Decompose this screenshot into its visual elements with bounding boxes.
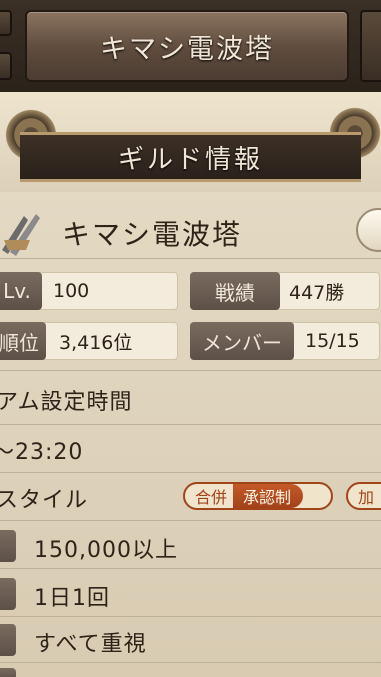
menu-button[interactable] xyxy=(0,52,12,80)
requirement-tag xyxy=(0,530,16,562)
back-button[interactable] xyxy=(0,10,12,36)
members-label: メンバー xyxy=(190,322,294,360)
divider xyxy=(0,520,381,521)
style-pill-2-text: 加 xyxy=(358,488,375,507)
divider xyxy=(0,370,381,371)
style-label: スタイル xyxy=(0,488,89,513)
requirement-tag xyxy=(0,578,16,610)
side-button[interactable] xyxy=(360,10,381,82)
rank-label: 順位 xyxy=(0,322,46,360)
team-time-value: 〜23:20 xyxy=(0,440,84,465)
requirement-tag xyxy=(0,624,16,656)
header-title: キマシ電波塔 xyxy=(100,33,274,65)
divider xyxy=(0,662,381,663)
requirement-frequency: 1日1回 xyxy=(34,586,110,611)
style-pill: 合併 承認制 xyxy=(183,482,333,510)
guild-name: キマシ電波塔 xyxy=(62,218,243,251)
guild-title-button[interactable]: キマシ電波塔 xyxy=(25,10,349,82)
style-pill-left: 合併 xyxy=(195,488,228,507)
record-label: 戦績 xyxy=(190,272,280,310)
guild-emblem-icon xyxy=(2,214,40,256)
requirement-tag xyxy=(0,668,16,677)
divider xyxy=(0,568,381,569)
section-banner: ギルド情報 xyxy=(20,132,361,182)
divider xyxy=(0,616,381,617)
style-pill-right: 承認制 xyxy=(233,484,304,508)
banner-title: ギルド情報 xyxy=(117,144,263,175)
team-time-label: アム設定時間 xyxy=(0,390,133,415)
requirement-policy: すべて重視 xyxy=(34,632,147,657)
divider xyxy=(0,472,381,473)
divider xyxy=(0,424,381,425)
level-label: Lv. xyxy=(0,272,42,310)
style-pill-2: 加 xyxy=(346,482,381,510)
requirement-power: 150,000以上 xyxy=(34,538,178,563)
divider xyxy=(0,258,381,259)
